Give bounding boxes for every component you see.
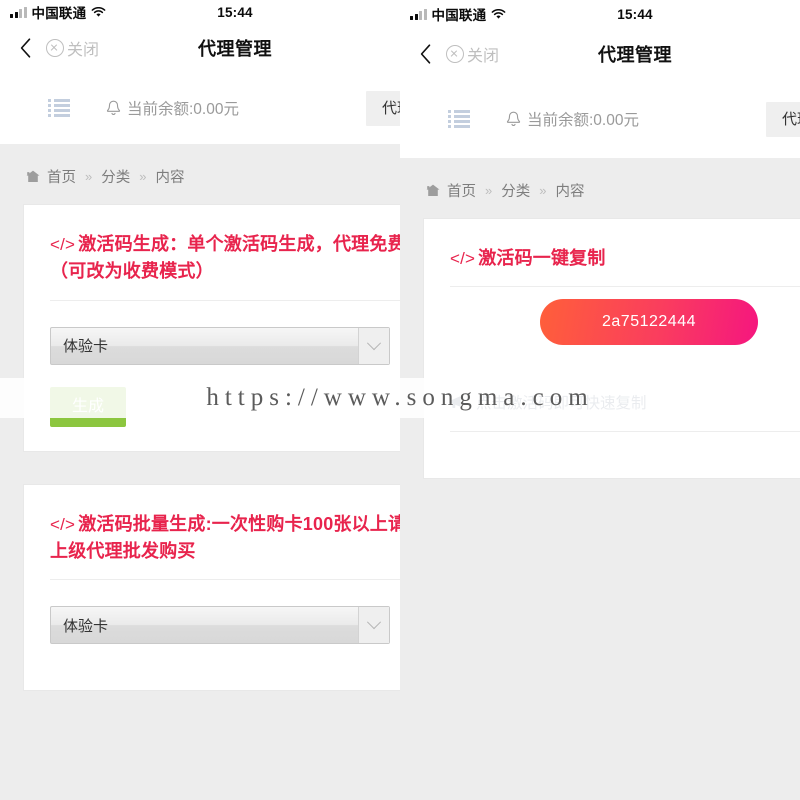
copy-hint: 点击激活码即可快速复制: [450, 375, 800, 431]
list-icon[interactable]: [448, 110, 470, 128]
card-type-select[interactable]: 体验卡: [50, 606, 390, 645]
nav-bar: 关闭 代理管理 刷: [400, 28, 800, 80]
status-bar-left: 中国联通: [10, 2, 106, 22]
breadcrumb-item-category[interactable]: 分类: [501, 180, 530, 201]
close-label: 关闭: [67, 42, 100, 59]
breadcrumb-separator: »: [85, 169, 93, 184]
balance-text: 当前余额:0.00元: [527, 112, 639, 129]
carrier-label: 中国联通: [431, 8, 487, 23]
chevron-down-icon[interactable]: [358, 327, 389, 364]
agent-recharge-button[interactable]: 代理充值: [365, 90, 400, 126]
copy-hint-text: 点击激活码即可快速复制: [476, 395, 647, 413]
card-type-select[interactable]: 体验卡: [50, 326, 390, 365]
breadcrumb-separator: »: [485, 183, 493, 198]
status-bar: 中国联通 15:44 9%: [400, 0, 800, 28]
generate-button[interactable]: 生成: [50, 386, 127, 427]
chevron-down-icon[interactable]: [358, 607, 389, 644]
breadcrumb: 首页 » 分类 » 内容: [400, 158, 800, 219]
status-bar: 中国联通 15:44 9%: [0, 0, 400, 24]
phone-viewport-left: 中国联通 15:44 9% 关闭 代理管理: [0, 0, 400, 800]
card-title: </>激活码批量生成:一次性购卡100张以上请联系上级代理批发购买: [50, 511, 400, 566]
agent-toolbar: 当前余额:0.00元 代理充值: [400, 80, 800, 158]
card-type-select-wrap: 体验卡: [50, 606, 390, 645]
bell-icon: [106, 100, 121, 117]
agent-toolbar: 当前余额:0.00元 代理充值: [0, 72, 400, 144]
card-spacer: [450, 432, 800, 472]
breadcrumb-separator: »: [539, 183, 547, 198]
balance-text: 当前余额:0.00元: [127, 101, 239, 118]
wifi-icon: [491, 8, 506, 20]
divider: [50, 299, 400, 301]
megaphone-icon: [450, 395, 468, 410]
wifi-icon: [91, 6, 106, 18]
left-phone-screenshot: 中国联通 15:44 9% 关闭 代理管理: [0, 0, 400, 800]
close-button[interactable]: 关闭: [46, 36, 99, 60]
close-circle-icon: [446, 45, 464, 63]
breadcrumb-item-content[interactable]: 内容: [555, 180, 584, 201]
right-phone-screenshot: 中国联通 15:44 9% 关闭 代理管理: [400, 0, 800, 800]
card-title-text: 激活码批量生成:一次性购卡100张以上请联系上级代理批发购买: [50, 513, 400, 562]
code-mark-icon: </>: [50, 514, 76, 534]
breadcrumb-item-content[interactable]: 内容: [155, 166, 184, 187]
code-mark-icon: </>: [50, 235, 76, 254]
screenshot-stage: 中国联通 15:44 9% 关闭 代理管理: [0, 0, 800, 800]
signal-bars-icon: [10, 6, 27, 18]
card-type-select-wrap: 体验卡: [50, 326, 390, 365]
breadcrumb-item-category[interactable]: 分类: [101, 166, 130, 187]
back-button[interactable]: [8, 28, 42, 68]
page-body-left: 首页 » 分类 » 内容 </>激活码生成：单个激活码生成，代理免费提卡（可改为…: [0, 144, 400, 800]
balance-display: 当前余额:0.00元: [106, 97, 239, 119]
card-title-text: 激活码一键复制: [478, 248, 606, 268]
card-batch-code-generation: </>激活码批量生成:一次性购卡100张以上请联系上级代理批发购买 体验卡: [24, 484, 400, 691]
breadcrumb-item-home[interactable]: 首页: [447, 180, 476, 201]
divider: [50, 579, 400, 581]
code-mark-icon: </>: [450, 249, 476, 268]
activation-code-button[interactable]: 2a75122444: [540, 299, 758, 346]
card-title-text: 激活码生成：单个激活码生成，代理免费提卡（可改为收费模式）: [50, 234, 400, 282]
list-icon[interactable]: [48, 99, 70, 117]
bell-icon: [506, 111, 521, 128]
breadcrumb: 首页 » 分类 » 内容: [0, 144, 400, 205]
signal-bars-icon: [410, 8, 427, 20]
back-button[interactable]: [408, 34, 442, 74]
home-icon: [426, 184, 440, 197]
card-title: </> 激活码一键复制: [450, 245, 800, 272]
phone-viewport-right: 中国联通 15:44 9% 关闭 代理管理: [400, 0, 800, 800]
card-title: </>激活码生成：单个激活码生成，代理免费提卡（可改为收费模式）: [50, 231, 400, 286]
page-body-right: 首页 » 分类 » 内容 </> 激活码一键复制 2a75122444 点击激活…: [400, 158, 800, 800]
agent-recharge-button[interactable]: 代理充值: [765, 101, 800, 137]
status-bar-left: 中国联通: [410, 4, 506, 24]
close-button[interactable]: 关闭: [446, 42, 499, 66]
close-circle-icon: [46, 39, 64, 57]
carrier-label: 中国联通: [31, 6, 87, 21]
card-one-click-copy: </> 激活码一键复制 2a75122444 点击激活码即可快速复制: [424, 219, 800, 479]
balance-display: 当前余额:0.00元: [506, 108, 639, 130]
close-label: 关闭: [467, 48, 500, 65]
home-icon: [26, 170, 40, 183]
breadcrumb-separator: »: [139, 169, 147, 184]
card-single-code-generation: </>激活码生成：单个激活码生成，代理免费提卡（可改为收费模式） 体验卡 生成: [24, 205, 400, 451]
activation-code-row: 2a75122444: [450, 287, 800, 375]
breadcrumb-item-home[interactable]: 首页: [47, 166, 76, 187]
nav-bar: 关闭 代理管理 刷: [0, 24, 400, 72]
